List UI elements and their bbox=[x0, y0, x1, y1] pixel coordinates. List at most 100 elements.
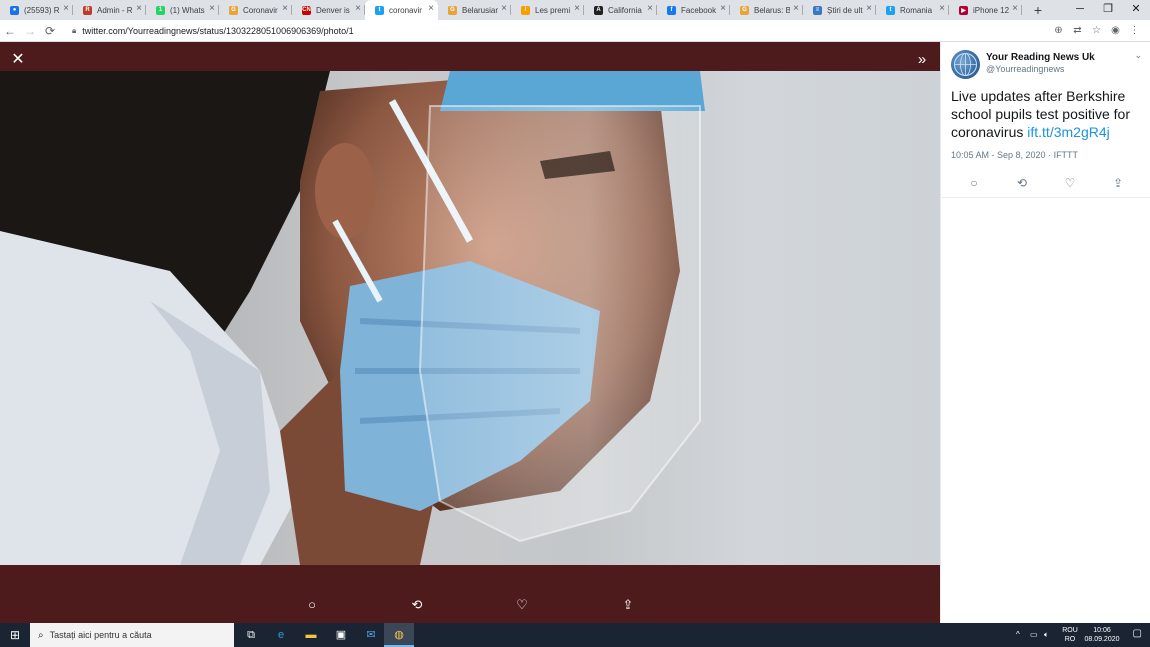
tweet-link[interactable]: ift.tt/3m2gR4j bbox=[1027, 124, 1109, 140]
tab-favicon-icon: G bbox=[229, 5, 238, 15]
browser-tab[interactable]: A California × bbox=[584, 0, 657, 20]
forward-icon[interactable]: → bbox=[20, 24, 40, 38]
tab-favicon-icon: R bbox=[83, 5, 92, 15]
edge-icon[interactable]: e bbox=[266, 623, 296, 647]
browser-tab[interactable]: G Coronavir × bbox=[219, 0, 292, 20]
heart-icon[interactable]: ♡ bbox=[1060, 176, 1080, 190]
browser-tab[interactable]: 1 (1) Whats × bbox=[146, 0, 219, 20]
browser-tab[interactable]: / Les premi × bbox=[511, 0, 584, 20]
restore-icon[interactable]: ❐ bbox=[1094, 0, 1122, 20]
chrome-icon[interactable]: ◍ bbox=[384, 623, 414, 647]
clock[interactable]: 10:06 08.09.2020 bbox=[1082, 626, 1122, 644]
back-icon[interactable]: ← bbox=[0, 24, 20, 38]
tweet-action-bar: ○ ⟲ ♡ ⇪ bbox=[941, 172, 1150, 198]
store-icon[interactable]: ▣ bbox=[326, 623, 356, 647]
tab-close-icon[interactable]: × bbox=[355, 4, 361, 14]
browser-tab[interactable]: R Admin - R × bbox=[73, 0, 146, 20]
tab-title: Admin - R bbox=[97, 5, 133, 15]
tweet-panel: Your Reading News Uk @Yourreadingnews ⌄ … bbox=[940, 42, 1150, 623]
close-icon[interactable]: ✕ bbox=[8, 51, 28, 71]
tab-close-icon[interactable]: × bbox=[1012, 4, 1018, 14]
network-icon[interactable]: ▭ bbox=[1030, 623, 1038, 647]
tab-close-icon[interactable]: × bbox=[866, 4, 872, 14]
browser-tab[interactable]: G Belarus: Bi × bbox=[730, 0, 803, 20]
tab-close-icon[interactable]: × bbox=[282, 4, 288, 14]
double-chevron-right-icon[interactable]: » bbox=[912, 51, 932, 71]
author-handle[interactable]: @Yourreadingnews bbox=[986, 64, 1064, 74]
menu-icon[interactable]: ⋮ bbox=[1125, 25, 1144, 36]
clock-date: 08.09.2020 bbox=[1084, 636, 1120, 643]
tab-close-icon[interactable]: × bbox=[647, 4, 653, 14]
lock-icon: 🔒︎ bbox=[72, 25, 77, 35]
browser-tab[interactable]: ▶ iPhone 12 × bbox=[949, 0, 1022, 20]
avatar[interactable] bbox=[951, 50, 980, 79]
tab-favicon-icon: t bbox=[886, 5, 895, 15]
browser-tab[interactable]: t Romania × bbox=[876, 0, 949, 20]
browser-toolbar: ← → ⟳ 🔒︎ twitter.com/Yourreadingnews/sta… bbox=[0, 20, 1150, 42]
tab-close-icon[interactable]: × bbox=[209, 4, 215, 14]
tab-favicon-icon: ≡ bbox=[813, 5, 822, 15]
browser-tab[interactable]: G Belarusian × bbox=[438, 0, 511, 20]
windows-start-icon[interactable]: ⊞ bbox=[0, 623, 30, 647]
tab-separator bbox=[1021, 5, 1022, 15]
tweet-timestamp[interactable]: 10:05 AM - Sep 8, 2020 · IFTTT bbox=[951, 150, 1078, 160]
language-code: ROU bbox=[1062, 627, 1078, 634]
retweet-icon[interactable]: ⟲ bbox=[405, 597, 429, 613]
tab-close-icon[interactable]: × bbox=[793, 4, 799, 14]
tab-close-icon[interactable]: × bbox=[574, 4, 580, 14]
keyboard-code: RO bbox=[1064, 636, 1076, 643]
reply-icon[interactable]: ○ bbox=[300, 597, 324, 612]
photo-illustration bbox=[0, 71, 705, 565]
share-icon[interactable]: ⇪ bbox=[616, 597, 640, 613]
language-indicator[interactable]: ROU RO bbox=[1060, 626, 1080, 644]
tab-title: Știri de ult bbox=[827, 5, 863, 15]
bookmark-star-icon[interactable]: ☆ bbox=[1087, 25, 1106, 36]
retweet-icon[interactable]: ⟲ bbox=[1012, 176, 1032, 190]
tab-title: coronavir bbox=[389, 5, 422, 15]
author-name[interactable]: Your Reading News Uk bbox=[986, 52, 1095, 63]
tab-close-icon[interactable]: × bbox=[136, 4, 142, 14]
browser-tab[interactable]: t coronavir × bbox=[365, 0, 438, 20]
mail-icon[interactable]: ✉ bbox=[356, 623, 386, 647]
profile-icon[interactable]: ◉ bbox=[1106, 25, 1125, 36]
tab-close-icon[interactable]: × bbox=[428, 4, 434, 14]
tab-close-icon[interactable]: × bbox=[501, 4, 507, 14]
browser-tab[interactable]: f Facebook × bbox=[657, 0, 730, 20]
reload-icon[interactable]: ⟳ bbox=[40, 24, 60, 38]
address-bar[interactable]: 🔒︎ twitter.com/Yourreadingnews/status/13… bbox=[66, 22, 1043, 40]
notification-icon[interactable]: ▢ bbox=[1133, 628, 1142, 639]
tab-title: Romania bbox=[900, 5, 933, 15]
minimize-icon[interactable]: ─ bbox=[1066, 0, 1094, 20]
tab-favicon-icon: G bbox=[448, 5, 457, 15]
tab-close-icon[interactable]: × bbox=[63, 4, 69, 14]
tab-title: Denver is bbox=[316, 5, 350, 15]
reply-icon[interactable]: ○ bbox=[964, 176, 984, 190]
url-text: twitter.com/Yourreadingnews/status/13032… bbox=[82, 25, 354, 36]
heart-icon[interactable]: ♡ bbox=[510, 597, 534, 613]
tab-list: ● (25593) R × R Admin - R × 1 (1) Whats × G Corona… bbox=[0, 0, 1022, 20]
search-placeholder: Tastați aici pentru a căuta bbox=[49, 630, 152, 640]
tab-favicon-icon: G bbox=[740, 5, 749, 15]
share-icon[interactable]: ⇪ bbox=[1108, 176, 1128, 190]
browser-tab[interactable]: ≡ Știri de ult × bbox=[803, 0, 876, 20]
tray-chevron-icon[interactable]: ^ bbox=[1016, 623, 1020, 647]
tab-favicon-icon: / bbox=[521, 5, 530, 15]
new-tab-button[interactable]: + bbox=[1028, 2, 1048, 18]
taskbar-search[interactable]: ⌕ Tastați aici pentru a căuta bbox=[30, 623, 234, 647]
translate-icon[interactable]: ⇄ bbox=[1068, 25, 1087, 36]
chevron-down-icon[interactable]: ⌄ bbox=[1134, 50, 1142, 61]
browser-tab[interactable]: CN Denver is × bbox=[292, 0, 365, 20]
tab-favicon-icon: ▶ bbox=[959, 5, 968, 15]
tab-title: Coronavir bbox=[243, 5, 278, 15]
browser-tab[interactable]: ● (25593) R × bbox=[0, 0, 73, 20]
tab-close-icon[interactable]: × bbox=[720, 4, 726, 14]
window-close-icon[interactable]: ✕ bbox=[1122, 0, 1150, 20]
volume-icon[interactable]: 🔈︎ bbox=[1044, 623, 1049, 647]
file-explorer-icon[interactable]: ▬ bbox=[296, 623, 326, 647]
install-icon[interactable]: ⊕ bbox=[1049, 25, 1068, 36]
tab-close-icon[interactable]: × bbox=[939, 4, 945, 14]
task-view-icon[interactable]: ⧉ bbox=[236, 623, 266, 647]
tab-title: Facebook bbox=[681, 5, 717, 15]
window-controls: ─ ❐ ✕ bbox=[1066, 0, 1150, 20]
tab-favicon-icon: A bbox=[594, 5, 603, 15]
